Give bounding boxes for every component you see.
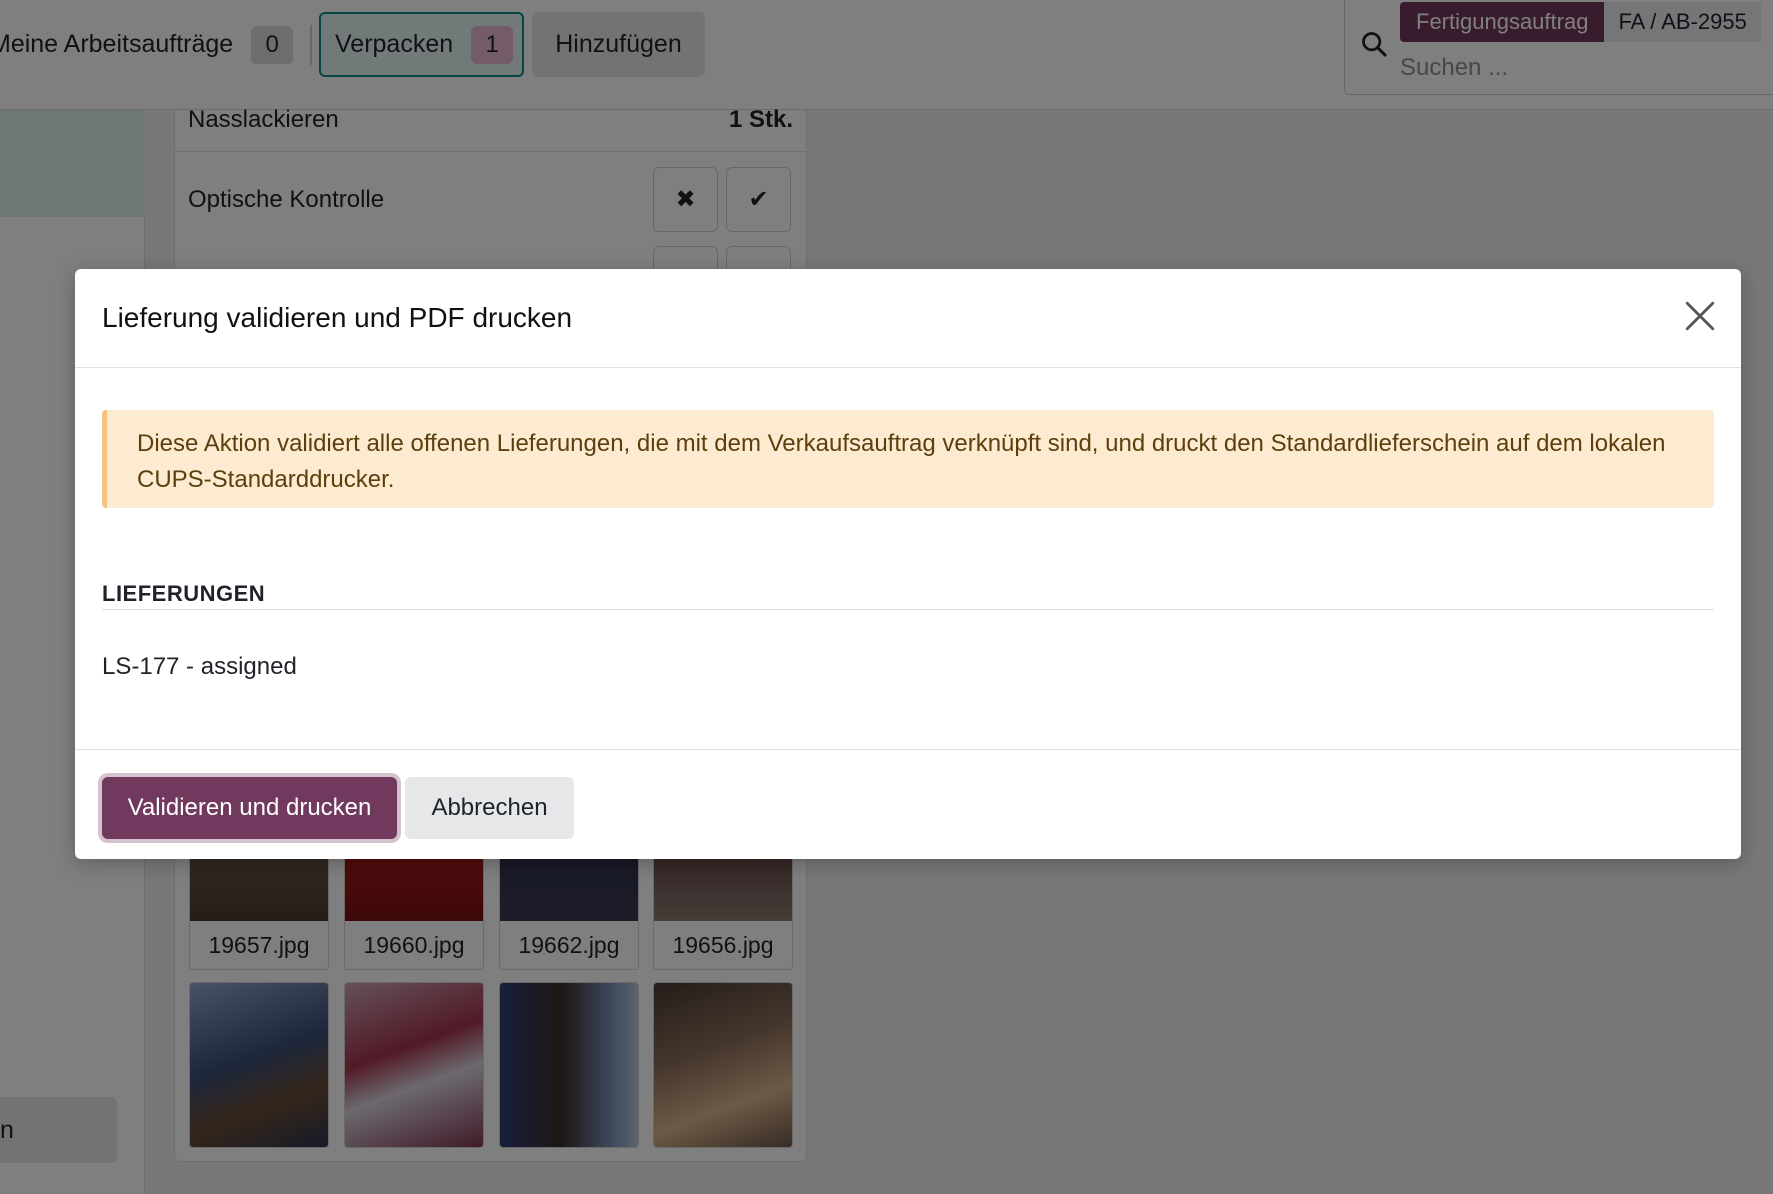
- divider: [102, 609, 1714, 610]
- validate-and-print-button[interactable]: Validieren und drucken: [102, 777, 397, 839]
- delivery-item: LS-177 - assigned: [102, 653, 297, 680]
- deliveries-heading: LIEFERUNGEN: [102, 581, 266, 606]
- warning-alert: Diese Aktion validiert alle offenen Lief…: [102, 410, 1714, 508]
- validate-delivery-dialog: Lieferung validieren und PDF drucken Die…: [75, 269, 1741, 859]
- dialog-header: Lieferung validieren und PDF drucken: [75, 269, 1741, 368]
- close-icon[interactable]: [1683, 299, 1717, 333]
- dialog-title: Lieferung validieren und PDF drucken: [102, 302, 573, 333]
- cancel-button[interactable]: Abbrechen: [405, 777, 574, 839]
